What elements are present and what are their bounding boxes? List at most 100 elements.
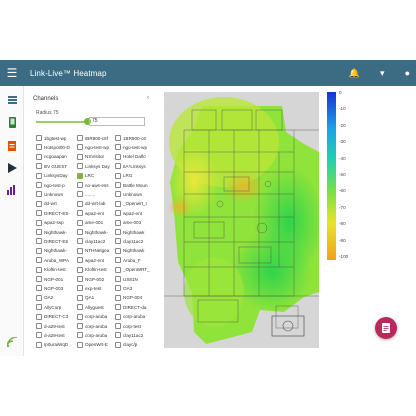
- dropdown-icon[interactable]: ▾: [380, 68, 385, 79]
- checkbox-box[interactable]: [77, 285, 83, 292]
- checkbox-box[interactable]: [115, 191, 121, 198]
- checkbox-box[interactable]: [36, 257, 42, 264]
- checkbox-box[interactable]: [77, 313, 83, 320]
- checkbox-box[interactable]: [77, 144, 83, 151]
- checkbox-box[interactable]: [115, 163, 121, 170]
- checkbox-box[interactable]: [36, 341, 42, 348]
- checkbox-box[interactable]: [77, 257, 83, 264]
- heatmap-floorplan[interactable]: [164, 92, 319, 348]
- checkbox-box[interactable]: [36, 247, 42, 254]
- checkbox-box[interactable]: [115, 266, 121, 273]
- checkbox-box[interactable]: [77, 332, 83, 339]
- checkbox-box[interactable]: [77, 304, 83, 311]
- account-icon[interactable]: ●: [405, 68, 410, 78]
- checkbox-box[interactable]: [36, 323, 42, 329]
- checkbox-box[interactable]: [115, 153, 121, 160]
- legend-tick-label: -60: [339, 188, 346, 194]
- checkbox-box[interactable]: [77, 135, 83, 141]
- checkbox-box[interactable]: [77, 238, 83, 245]
- checkbox-box[interactable]: [77, 163, 83, 170]
- checkbox-box[interactable]: [115, 144, 121, 151]
- checkbox-box[interactable]: [36, 163, 42, 170]
- checkbox-box[interactable]: [36, 276, 42, 282]
- checkbox-box[interactable]: [36, 332, 42, 339]
- checkbox-box[interactable]: [36, 182, 42, 188]
- network-checkbox[interactable]: Ip0uraiWqD: [36, 340, 76, 350]
- checkbox-box[interactable]: [36, 219, 42, 226]
- network-label: IBR900-c6f: [85, 135, 108, 141]
- list-icon[interactable]: [4, 92, 20, 108]
- bell-icon[interactable]: 🔔: [349, 68, 360, 79]
- checkbox-box[interactable]: [115, 238, 121, 245]
- checkbox-box[interactable]: [36, 229, 42, 235]
- checkbox-box[interactable]: [115, 172, 121, 179]
- menu-icon[interactable]: ☰: [0, 60, 24, 86]
- checkbox-box[interactable]: [36, 238, 42, 245]
- checkbox-box[interactable]: [115, 294, 121, 301]
- play-icon[interactable]: [4, 160, 20, 176]
- checkbox-box[interactable]: [115, 219, 121, 226]
- checkbox-box[interactable]: [77, 266, 83, 273]
- checkbox-box[interactable]: [115, 135, 121, 141]
- checkbox-box[interactable]: [77, 172, 83, 179]
- network-label: QA1: [85, 295, 95, 301]
- checkbox-box[interactable]: [36, 304, 42, 311]
- network-checkbox[interactable]: clayc/p: [115, 340, 153, 350]
- checkbox-box[interactable]: [36, 285, 42, 292]
- legend-tick-label: -70: [339, 204, 346, 210]
- app-title: Link-Live™ Heatmap: [30, 68, 107, 78]
- chevron-left-icon[interactable]: ‹: [147, 95, 149, 101]
- checkbox-box[interactable]: [36, 153, 42, 160]
- radius-slider[interactable]: [36, 118, 91, 125]
- checkbox-box[interactable]: [77, 229, 83, 235]
- network-checkbox[interactable]: OpenWrt-E: [77, 340, 117, 350]
- network-label: NTHNetgea: [85, 248, 110, 254]
- network-label: wpa2-ent: [123, 210, 142, 216]
- checkbox-box[interactable]: [77, 191, 83, 198]
- checkbox-box[interactable]: [77, 210, 83, 217]
- checkbox-box[interactable]: [115, 210, 121, 217]
- checkbox-box[interactable]: [115, 332, 121, 339]
- checkbox-box[interactable]: [36, 313, 42, 320]
- checkbox-box[interactable]: [36, 135, 42, 141]
- network-label: ngo-test-wp: [123, 144, 148, 150]
- checkbox-box[interactable]: [115, 257, 121, 264]
- network-label: Battle Moun: [123, 182, 148, 188]
- checkbox-box[interactable]: [77, 200, 83, 207]
- checkbox-box[interactable]: [115, 182, 121, 188]
- bar-chart-icon[interactable]: [4, 182, 20, 198]
- legend-tick-label: -30: [339, 139, 346, 145]
- app-bar: ☰ Link-Live™ Heatmap 🔔 ▾ ●: [0, 60, 416, 86]
- checkbox-box[interactable]: [115, 285, 121, 292]
- checkbox-box[interactable]: [36, 266, 42, 273]
- checkbox-box[interactable]: [115, 304, 121, 311]
- checkbox-box[interactable]: [77, 323, 83, 329]
- checkbox-box[interactable]: [77, 247, 83, 254]
- signal-icon[interactable]: [4, 334, 20, 350]
- checkbox-box[interactable]: [115, 313, 121, 320]
- document-icon[interactable]: [4, 138, 20, 154]
- checkbox-box[interactable]: [77, 182, 83, 188]
- checkbox-box[interactable]: [115, 276, 121, 282]
- checkbox-box[interactable]: [115, 247, 121, 254]
- checkbox-box[interactable]: [36, 210, 42, 217]
- checkbox-box[interactable]: [115, 323, 121, 329]
- legend-tick-label: -80: [339, 221, 346, 227]
- checkbox-box[interactable]: [77, 219, 83, 226]
- checkbox-box[interactable]: [36, 172, 42, 179]
- checkbox-box[interactable]: [77, 276, 83, 282]
- report-button[interactable]: [375, 317, 397, 339]
- checkbox-box[interactable]: [36, 144, 42, 151]
- checkbox-box[interactable]: [77, 153, 83, 160]
- radius-input[interactable]: 75: [89, 117, 145, 126]
- checkbox-box[interactable]: [36, 200, 42, 207]
- device-icon[interactable]: [4, 114, 20, 130]
- side-rail: [0, 86, 24, 356]
- checkbox-box[interactable]: [36, 294, 42, 301]
- checkbox-box[interactable]: [36, 191, 42, 198]
- checkbox-box[interactable]: [77, 341, 83, 348]
- checkbox-box[interactable]: [77, 294, 83, 301]
- checkbox-box[interactable]: [115, 341, 121, 348]
- checkbox-box[interactable]: [115, 200, 121, 207]
- checkbox-box[interactable]: [115, 229, 121, 235]
